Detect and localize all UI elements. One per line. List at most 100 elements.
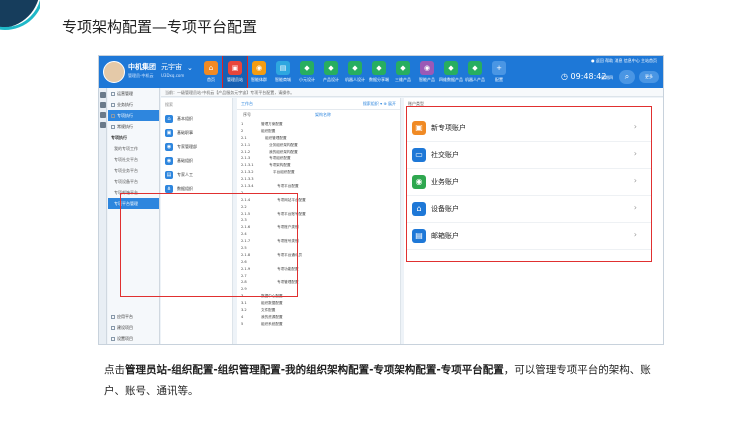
account-item[interactable]: ▭ 社交账户 › <box>407 142 651 169</box>
universe-domain: U3Dxq.com <box>161 73 185 78</box>
sidebar-item[interactable]: 专项业务平台 <box>108 165 159 176</box>
sidebar-item[interactable]: 专项执行 <box>108 132 159 143</box>
tree-search[interactable]: 搜索组织 ▾ ⊕ 展开 <box>363 101 396 107</box>
account-item[interactable]: ▣ 新专项账户 › <box>407 115 651 142</box>
tree-row[interactable]: 2.1.3.1 专项架构配置 <box>237 163 401 170</box>
sidebar-item-label: 建设项目 <box>117 324 133 330</box>
tree-row[interactable]: 3.2 文件配置 <box>237 308 401 315</box>
nav-item[interactable]: ◆ 机器人产品 <box>463 56 487 88</box>
tree-row[interactable]: 1 管理方案配置 <box>237 122 401 129</box>
sidebar-bottom-item[interactable]: 建设项目 <box>108 322 160 333</box>
nav-item[interactable]: ◆ 产品设计 <box>319 56 343 88</box>
sidebar-item[interactable]: 专项社交平台 <box>108 154 159 165</box>
company-name: 中机集团 <box>128 63 156 71</box>
sidebar-item[interactable]: 运营管理 <box>108 88 159 99</box>
tree-row[interactable]: 4 我的资源配置 <box>237 315 401 322</box>
tree-row-index: 5 <box>241 321 244 326</box>
account-item[interactable]: ▤ 邮箱账户 › <box>407 223 651 250</box>
nav-item[interactable]: ▤ 智能商城 <box>271 56 295 88</box>
nav-item[interactable]: ◆ 小元设计 <box>295 56 319 88</box>
chevron-right-icon[interactable]: › <box>634 122 637 131</box>
rail-icon[interactable] <box>100 102 106 108</box>
tree-row-label: 组织系统配置 <box>261 321 283 326</box>
account-item[interactable]: ◉ 业务账户 › <box>407 169 651 196</box>
tree-row-label: 管理方案配置 <box>261 122 283 126</box>
org-type-item[interactable]: ◉ 专家管理部 <box>161 140 232 154</box>
nav-label: 配置 <box>495 77 503 82</box>
nav-item[interactable]: ◆ 机器人设计 <box>343 56 367 88</box>
nav-label: 智能产品 <box>419 77 435 82</box>
account-label: 邮箱账户 <box>431 232 459 240</box>
rail-icon[interactable] <box>100 92 106 98</box>
tree-row[interactable]: 2.1.3 专项组织配置 <box>237 156 401 163</box>
chevron-down-icon[interactable]: ⌄ <box>187 64 193 72</box>
tree-row[interactable]: 2.1.3.4 专项平台配置 <box>237 184 401 191</box>
tree-row-label: 平台组织配置 <box>273 170 295 175</box>
sidebar-item-label: 常规执行 <box>117 123 133 129</box>
caption-lead: 点击 <box>104 364 125 376</box>
nav-label: 首页 <box>207 77 215 82</box>
chevron-right-icon[interactable]: › <box>634 203 637 212</box>
corner-decoration <box>0 0 40 30</box>
checkbox-icon <box>111 113 115 118</box>
sidebar-item[interactable]: 我的专项工作 <box>108 143 159 154</box>
sidebar-item[interactable]: 常规执行 <box>108 121 159 132</box>
org-type-item[interactable]: ◉ 基础组织 <box>161 154 232 168</box>
panel-a-search[interactable]: 搜索 <box>161 98 232 112</box>
tree-row-label: 我的资源配置 <box>261 314 283 319</box>
nav-label: 数据分享端 <box>369 77 389 82</box>
sidebar-item[interactable]: 专项执行 <box>108 110 159 121</box>
tree-row[interactable]: 2.1.3.2 平台组织配置 <box>237 170 401 177</box>
nav-icon: ◆ <box>444 61 458 75</box>
chevron-right-icon[interactable]: › <box>634 149 637 158</box>
nav-item[interactable]: ⌂ 首页 <box>199 56 223 88</box>
tree-row[interactable]: 2.1.3.3 <box>237 177 401 184</box>
tree-row[interactable]: 2.1.2 我的组织架构配置 <box>237 150 401 157</box>
chevron-right-icon[interactable]: › <box>634 176 637 185</box>
nav-item[interactable]: ▣ 管理员站 <box>222 56 248 89</box>
tree-row[interactable]: 2 组织配置 <box>237 129 401 136</box>
checkbox-icon <box>111 314 115 319</box>
org-type-icon: ◉ <box>165 157 173 165</box>
checkbox-icon <box>111 325 115 330</box>
nav-item[interactable]: ◉ 智能体群 <box>247 56 271 88</box>
org-type-item[interactable]: ▣ 基础职事 <box>161 126 232 140</box>
tree-row-label: 组织数据配置 <box>261 301 283 306</box>
search-icon[interactable]: ⌕ <box>619 70 635 84</box>
account-label: 新专项账户 <box>431 124 466 132</box>
rail-icon[interactable] <box>100 112 106 118</box>
top-links[interactable]: ● 返回 帮助 消息 信息中心 主站首页 <box>591 58 657 64</box>
tree-row-index: 2.1.3.4 <box>241 184 254 189</box>
sidebar-bottom-item[interactable]: 应用平台 <box>108 311 160 322</box>
chevron-right-icon[interactable]: › <box>634 230 637 239</box>
org-type-item[interactable]: ▤ 专家人工 <box>161 168 232 182</box>
universe-switch[interactable]: 元宇宙 <box>161 62 182 72</box>
nav-item[interactable]: ◉ 智能产品 <box>415 56 439 88</box>
sidebar-item[interactable]: 业务执行 <box>108 99 159 110</box>
nav-icon: ◆ <box>396 61 410 75</box>
sidebar-bottom-item[interactable]: 设置项目 <box>108 333 160 344</box>
avatar[interactable] <box>103 61 125 83</box>
nav-item[interactable]: ◆ 数据分享端 <box>367 56 391 88</box>
org-type-icon: ⋔ <box>165 185 173 193</box>
tree-row[interactable]: 5 组织系统配置 <box>237 322 401 329</box>
nav-item[interactable]: ◆ 四维数据产品 <box>439 56 463 88</box>
org-type-label: 基础职事 <box>177 130 193 135</box>
org-type-label: 数据组织 <box>177 186 193 191</box>
sidebar-item-label: 业务执行 <box>117 101 133 107</box>
org-type-item[interactable]: ⌂ 基本组织 <box>161 112 232 126</box>
nav-item[interactable]: ◆ 三维产品 <box>391 56 415 88</box>
checkbox-icon <box>111 336 115 341</box>
sidebar-item[interactable]: 专项设备平台 <box>108 176 159 187</box>
account-item[interactable]: ⌂ 设备账户 › <box>407 196 651 223</box>
rail-icon[interactable] <box>100 122 106 128</box>
nav-icon: ◆ <box>372 61 386 75</box>
org-type-icon: ▣ <box>165 129 173 137</box>
more-button[interactable]: 更多 <box>639 71 659 83</box>
tree-row[interactable]: 2.1 组织管理配置 <box>237 136 401 143</box>
tree-row[interactable]: 2.1.1 业务组织架构配置 <box>237 143 401 150</box>
tree-header: 序号 架构名称 <box>237 112 401 120</box>
nav-item[interactable]: + 配置 <box>487 56 511 88</box>
tree-row-index: 3.1 <box>241 301 247 306</box>
tree-row[interactable]: 3.1 组织数据配置 <box>237 301 401 308</box>
